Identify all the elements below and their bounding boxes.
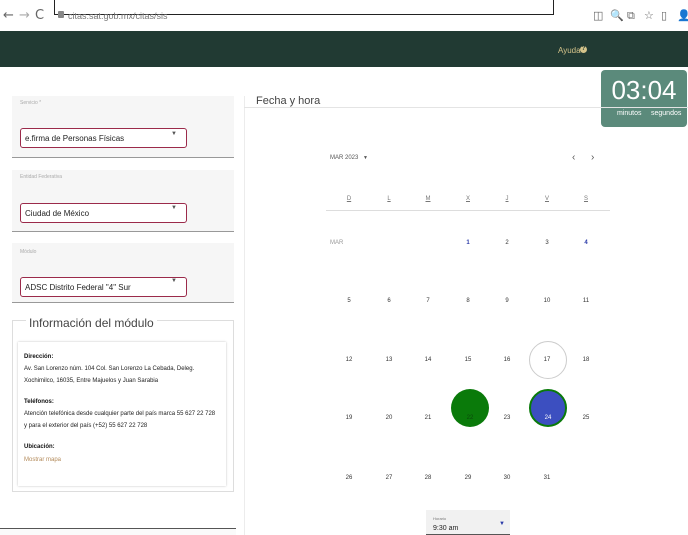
service-select[interactable]: e.firma de Personas Físicas: [20, 128, 187, 148]
calendar-day[interactable]: 11: [578, 298, 594, 304]
calendar-day[interactable]: 7: [420, 298, 436, 304]
calendar-day[interactable]: 24: [540, 415, 556, 421]
module-label: Módulo: [20, 249, 37, 255]
bookmark-star-icon[interactable]: ☆: [644, 9, 654, 22]
address-line-1: Av. San Lorenzo núm. 104 Col. San Lorenz…: [24, 366, 195, 372]
phone-label: Teléfonos:: [24, 399, 54, 405]
zoom-icon[interactable]: 🔍: [610, 9, 624, 22]
calendar-day[interactable]: 23: [499, 415, 515, 421]
calendar-day[interactable]: 10: [539, 298, 555, 304]
url-text: citas.sat.gob.mx/citas/sis: [68, 11, 168, 21]
calendar-day[interactable]: 27: [381, 475, 397, 481]
calendar-day[interactable]: 18: [578, 357, 594, 363]
calendar-day[interactable]: 30: [499, 475, 515, 481]
module-select[interactable]: ADSC Distrito Federal "4" Sur: [20, 277, 187, 297]
calendar-day[interactable]: 20: [381, 415, 397, 421]
reload-icon[interactable]: C: [35, 9, 44, 23]
calendar-day[interactable]: 25: [578, 415, 594, 421]
service-label: Servicio *: [20, 100, 42, 106]
hour-label: Horario: [433, 516, 447, 521]
divider: [244, 107, 688, 108]
weekday-header: M: [425, 196, 431, 202]
back-icon[interactable]: ←: [3, 9, 14, 23]
chevron-down-icon[interactable]: ▼: [499, 521, 505, 527]
bottom-strip: [0, 528, 236, 535]
session-timer: 03:04 minutos segundos: [601, 70, 687, 127]
divider: [244, 96, 245, 535]
calendar-day[interactable]: 4: [578, 240, 594, 246]
forward-icon[interactable]: →: [19, 9, 30, 23]
calendar-day[interactable]: 19: [341, 415, 357, 421]
help-icon[interactable]: ?: [580, 46, 587, 53]
side-panel-icon[interactable]: ▯: [661, 9, 667, 22]
calendar-day[interactable]: 6: [381, 298, 397, 304]
day-highlight-selected: [529, 389, 567, 427]
calendar-day[interactable]: 2: [499, 240, 515, 246]
phone-line-1: Atención telefónica desde cualquier part…: [24, 411, 216, 417]
chevron-down-icon[interactable]: ▼: [171, 205, 177, 211]
weekday-header: L: [387, 196, 391, 202]
address-line-2: Xochimilco, 16035, Entre Majuelos y Juan…: [24, 378, 159, 384]
calendar-day[interactable]: 3: [539, 240, 555, 246]
state-value: Ciudad de México: [25, 209, 90, 218]
service-value: e.firma de Personas Físicas: [25, 134, 125, 143]
day-highlight-available: [451, 389, 489, 427]
chevron-down-icon[interactable]: ▼: [171, 278, 177, 284]
timer-minutes-label: minutos: [617, 110, 642, 117]
divider: [326, 210, 610, 211]
module-info-title: Información del módulo: [26, 316, 157, 330]
phone-line-2: y para el exterior del país (+52) 55 627…: [24, 423, 148, 429]
calendar-day[interactable]: 31: [539, 475, 555, 481]
show-map-link[interactable]: Mostrar mapa: [24, 457, 61, 463]
share-icon[interactable]: ⧉: [627, 9, 635, 23]
next-month-button[interactable]: ›: [591, 152, 594, 163]
calendar-day[interactable]: 28: [420, 475, 436, 481]
weekday-header: V: [544, 196, 549, 202]
weekday-header: J: [505, 196, 509, 202]
timer-seconds-label: segundos: [651, 110, 682, 117]
chevron-down-icon: ▼: [363, 155, 368, 161]
state-select[interactable]: Ciudad de México: [20, 203, 187, 223]
location-label: Ubicación:: [24, 444, 55, 450]
calendar-day[interactable]: 17: [539, 357, 555, 363]
calendar-day[interactable]: 21: [420, 415, 436, 421]
month-label: MAR 2023: [330, 155, 359, 161]
translate-icon[interactable]: ◫: [593, 9, 603, 22]
timer-time: 03:04: [611, 75, 677, 105]
calendar-day[interactable]: 26: [341, 475, 357, 481]
profile-icon[interactable]: 👤: [677, 9, 688, 22]
weekday-header: S: [583, 196, 588, 202]
calendar-day[interactable]: 13: [381, 357, 397, 363]
chevron-down-icon[interactable]: ▼: [171, 131, 177, 137]
address-label: Dirección:: [24, 354, 54, 360]
month-short-label: MAR: [330, 240, 344, 246]
calendar-day[interactable]: 14: [420, 357, 436, 363]
calendar-day[interactable]: 1: [460, 240, 476, 246]
calendar-day[interactable]: 8: [460, 298, 476, 304]
calendar-day[interactable]: 15: [460, 357, 476, 363]
month-selector[interactable]: MAR 2023 ▼: [330, 155, 368, 161]
hour-value: 9:30 am: [433, 525, 459, 532]
weekday-header: X: [465, 196, 470, 202]
lock-icon: [58, 11, 64, 18]
state-label: Entidad Federativa: [20, 174, 62, 180]
calendar-day[interactable]: 9: [499, 298, 515, 304]
calendar-day[interactable]: 16: [499, 357, 515, 363]
help-link[interactable]: Ayuda: [558, 46, 581, 55]
prev-month-button[interactable]: ‹: [572, 152, 575, 163]
module-value: ADSC Distrito Federal "4" Sur: [25, 283, 131, 292]
date-time-title: Fecha y hora: [256, 95, 321, 107]
service-panel: [12, 96, 234, 158]
calendar-day[interactable]: 29: [460, 475, 476, 481]
calendar-day[interactable]: 12: [341, 357, 357, 363]
calendar-day[interactable]: 22: [462, 415, 478, 421]
weekday-header: D: [346, 196, 352, 202]
calendar-day[interactable]: 5: [341, 298, 357, 304]
